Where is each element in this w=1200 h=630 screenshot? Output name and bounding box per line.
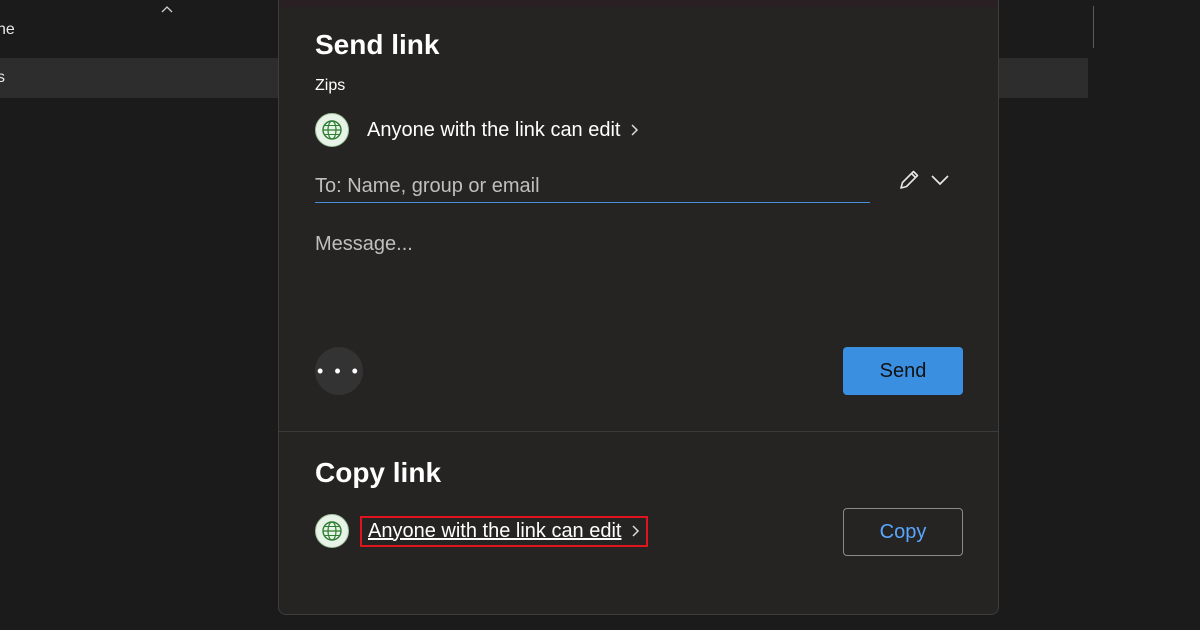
send-link-title: Send link bbox=[315, 29, 440, 60]
background-list-row[interactable]: ne bbox=[0, 10, 280, 50]
recipient-placeholder: To: Name, group or email bbox=[315, 175, 540, 197]
more-options-button[interactable]: • • • bbox=[315, 347, 363, 395]
copy-link-title: Copy link bbox=[315, 457, 442, 488]
send-permission-link[interactable]: Anyone with the link can edit bbox=[367, 119, 639, 142]
background-row-label: s bbox=[0, 69, 5, 86]
file-name: Zips bbox=[315, 77, 346, 94]
send-button[interactable]: Send bbox=[843, 347, 963, 395]
pencil-icon bbox=[900, 170, 919, 189]
chevron-down-icon bbox=[931, 175, 949, 186]
share-dialog: Send link Zips Anyone with the link can … bbox=[278, 0, 999, 615]
send-permission-label: Anyone with the link can edit bbox=[367, 118, 621, 141]
column-divider bbox=[1093, 6, 1094, 48]
background-row-label: ne bbox=[0, 21, 15, 38]
copy-permission-row[interactable]: Anyone with the link can edit bbox=[315, 514, 648, 548]
chevron-right-icon bbox=[630, 124, 638, 136]
copy-permission-link[interactable]: Anyone with the link can edit bbox=[360, 515, 648, 547]
copy-button[interactable]: Copy bbox=[843, 508, 963, 556]
dialog-top-band bbox=[279, 0, 998, 7]
message-input[interactable]: Message... bbox=[315, 233, 413, 256]
recipient-permission-dropdown[interactable] bbox=[896, 167, 950, 193]
section-divider bbox=[279, 431, 998, 432]
copy-permission-label: Anyone with the link can edit bbox=[368, 519, 622, 542]
globe-icon bbox=[315, 514, 349, 548]
chevron-right-icon bbox=[631, 525, 639, 537]
globe-icon bbox=[315, 113, 349, 147]
recipient-input[interactable]: To: Name, group or email bbox=[315, 165, 870, 203]
send-permission-row[interactable]: Anyone with the link can edit bbox=[315, 113, 639, 147]
